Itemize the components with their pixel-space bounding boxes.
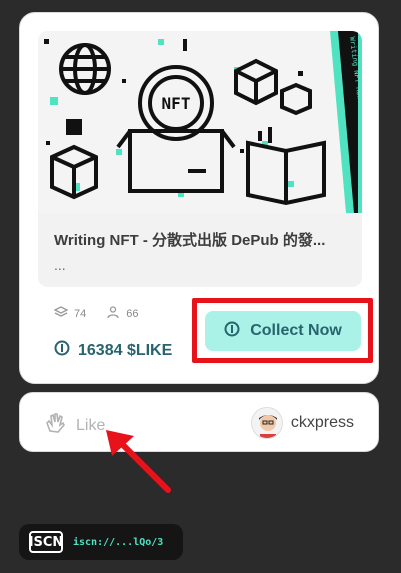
- avatar: [250, 407, 283, 439]
- info-circle-icon: [54, 340, 70, 361]
- svg-text:NFT: NFT: [162, 94, 191, 113]
- like-button[interactable]: Like: [44, 411, 105, 440]
- nft-preview[interactable]: NFT Writing NFT Rewrite the Writing NFT …: [38, 31, 362, 287]
- layers-icon: [53, 305, 69, 322]
- iscn-logo: ISCN: [29, 531, 63, 553]
- user-icon: [106, 305, 120, 322]
- nft-stats: 74 66: [53, 305, 139, 322]
- nft-price: 16384 $LIKE: [54, 340, 172, 361]
- nft-cover-image: NFT Writing NFT Rewrite the: [38, 31, 362, 213]
- author[interactable]: ckxpress: [250, 407, 354, 439]
- nft-title-line2: ...: [54, 257, 66, 273]
- collectors-count: 66: [126, 307, 139, 320]
- iscn-badge[interactable]: ISCN iscn://...lQo/3: [19, 524, 183, 560]
- owners-count: 74: [74, 307, 87, 320]
- nft-title[interactable]: Writing NFT - 分散式出版 DePub 的發... ...: [38, 213, 362, 287]
- collect-now-button[interactable]: Collect Now: [205, 311, 361, 351]
- collect-now-label: Collect Now: [250, 322, 342, 339]
- price-value: 16384 $LIKE: [78, 341, 173, 359]
- info-circle-icon: [224, 321, 240, 342]
- like-bar: Like ckxpress: [19, 392, 379, 452]
- author-name: ckxpress: [290, 414, 354, 431]
- clap-icon: [44, 411, 68, 440]
- collectors-stat: 66: [106, 305, 139, 322]
- nft-title-line1: Writing NFT - 分散式出版 DePub 的發...: [54, 232, 326, 249]
- iscn-link[interactable]: iscn://...lQo/3: [73, 537, 163, 548]
- owners-stat: 74: [53, 305, 87, 322]
- annotation-arrow: [100, 426, 176, 503]
